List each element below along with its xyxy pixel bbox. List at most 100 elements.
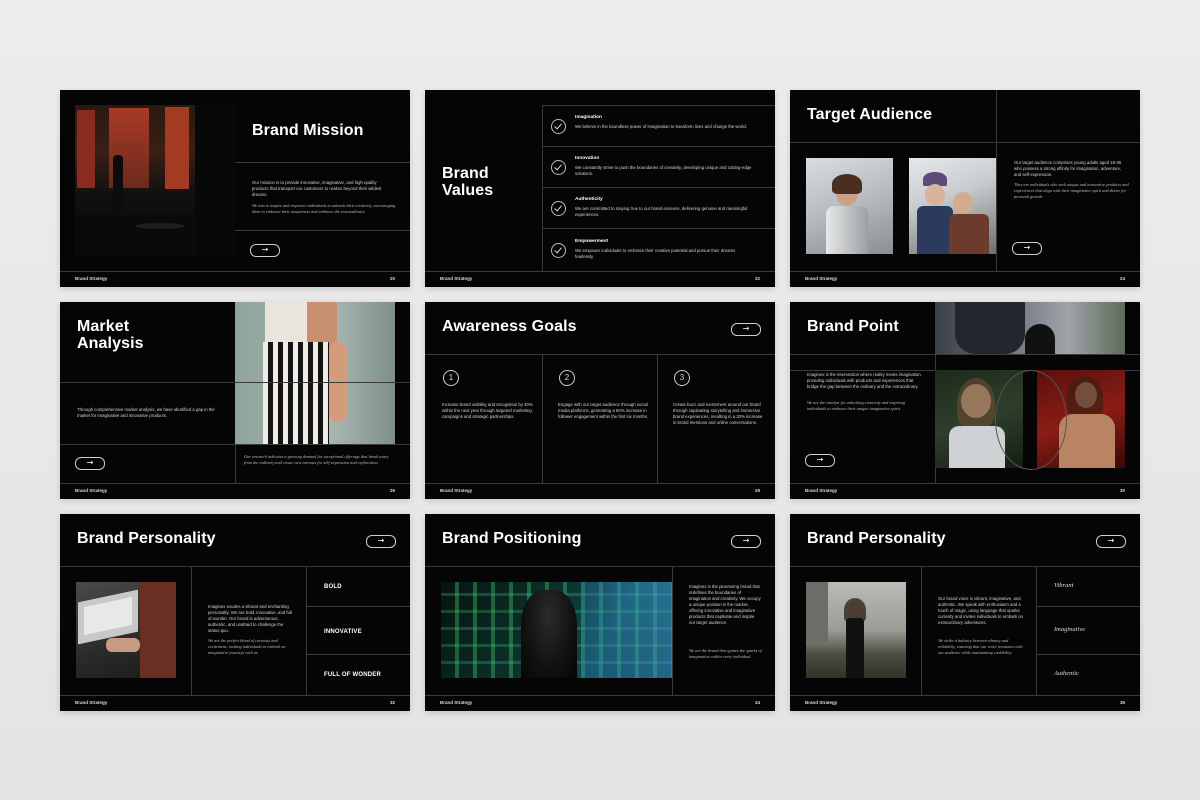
page-number: 34	[754, 700, 760, 705]
slide-title: Brand Personality	[77, 530, 216, 547]
value-text: We empower individuals to embrace their …	[575, 248, 736, 259]
green-neon-characters-photo	[441, 582, 672, 678]
divider	[235, 162, 410, 163]
two-women-photo	[909, 158, 996, 254]
divider	[790, 483, 1140, 484]
page-number: 28	[754, 488, 760, 493]
slide-title-line-2: Values	[442, 182, 494, 199]
slide-brand-personality-2[interactable]: Brand Personality Our brand voice is vib…	[790, 514, 1140, 711]
divider	[672, 566, 673, 695]
woman-sunglasses-photo	[806, 158, 893, 254]
next-arrow-button[interactable]	[731, 323, 761, 336]
body-text: Our brand voice is vibrant, imaginative,…	[938, 596, 1024, 625]
next-arrow-button[interactable]	[75, 457, 105, 470]
divider	[657, 354, 658, 483]
slide-title: Brand Point	[807, 318, 899, 335]
divider	[235, 444, 236, 483]
divider	[60, 483, 410, 484]
slide-target-audience[interactable]: Target Audience Our target audience comp…	[790, 90, 1140, 287]
body-text: Imaginex is the intersection where reali…	[807, 372, 922, 389]
slide-brand-personality-1[interactable]: Brand Personality Imaginex exudes a vibr…	[60, 514, 410, 711]
footer-label: Brand Strategy	[75, 276, 108, 281]
next-arrow-button[interactable]	[1096, 535, 1126, 548]
next-arrow-button[interactable]	[1012, 242, 1042, 255]
value-heading: Innovation	[575, 156, 600, 161]
next-arrow-button[interactable]	[805, 454, 835, 467]
goal-number-badge: 2	[559, 370, 575, 386]
value-text: We constantly strive to push the boundar…	[575, 165, 752, 176]
next-arrow-button[interactable]	[731, 535, 761, 548]
page-number: 22	[754, 276, 760, 281]
page-number: 32	[389, 700, 395, 705]
divider	[425, 566, 775, 567]
divider	[790, 354, 1140, 355]
divider	[790, 271, 1140, 272]
page-number: 26	[389, 488, 395, 493]
quote-text: We are the brand that ignites the sparks…	[689, 648, 762, 659]
divider	[60, 566, 410, 567]
body-text: Imaginex is the pioneering brand that re…	[689, 584, 761, 625]
divider	[306, 654, 410, 655]
page-number: 30	[1119, 488, 1125, 493]
divider	[60, 695, 410, 696]
trait-label: BOLD	[324, 584, 342, 590]
quote-text: We are the perfect blend of curiosity an…	[208, 638, 286, 655]
check-circle-icon	[551, 160, 566, 175]
slide-brand-positioning[interactable]: Brand Positioning Imaginex is the pionee…	[425, 514, 775, 711]
woman-standing-photo	[806, 582, 906, 678]
goal-number-badge: 1	[443, 370, 459, 386]
page-number: 24	[1119, 276, 1125, 281]
slide-title: Brand Personality	[807, 530, 946, 547]
trait-label: FULL OF WONDER	[324, 672, 382, 678]
goal-text: Engage with our target audience through …	[558, 402, 649, 419]
quote-text: They are individuals who seek unique and…	[1014, 182, 1129, 199]
slide-market-analysis[interactable]: Market Analysis Through comprehensive ma…	[60, 302, 410, 499]
divider	[306, 566, 307, 695]
value-heading: Imagination	[575, 115, 602, 120]
slide-title-line-2: Analysis	[77, 335, 144, 352]
divider	[425, 483, 775, 484]
divider	[60, 271, 410, 272]
divider	[1036, 566, 1037, 695]
footer-label: Brand Strategy	[440, 700, 473, 705]
footer-label: Brand Strategy	[440, 488, 473, 493]
striped-skirt-photo	[235, 302, 395, 444]
divider	[1036, 606, 1140, 607]
quote-text: Our research indicates a growing demand …	[244, 454, 389, 465]
goal-number-badge: 3	[674, 370, 690, 386]
check-circle-icon	[551, 243, 566, 258]
value-text: We are committed to staying true to our …	[575, 206, 748, 217]
quote-text: We strike a balance between whimsy and r…	[938, 638, 1023, 655]
quote-text: We aim to inspire and empower individual…	[252, 203, 396, 214]
trait-label: Authentic	[1054, 670, 1079, 677]
footer-label: Brand Strategy	[75, 488, 108, 493]
next-arrow-button[interactable]	[250, 244, 280, 257]
page-number: 36	[1119, 700, 1125, 705]
goal-text: Create buzz and excitement around our br…	[673, 402, 763, 425]
divider	[425, 695, 775, 696]
slide-brand-values[interactable]: Brand Values Imagination We believe in t…	[425, 90, 775, 287]
value-text: We believe in the boundless power of ima…	[575, 124, 747, 129]
divider	[542, 187, 775, 188]
trait-label: INNOVATIVE	[324, 629, 362, 635]
laptop-typing-photo	[76, 582, 176, 678]
body-text: Through comprehensive market analysis, w…	[77, 407, 215, 418]
value-heading: Authenticity	[575, 197, 603, 202]
body-text: Imaginex exudes a vibrant and enchanting…	[208, 604, 292, 633]
hug-dog-photo	[935, 302, 1125, 354]
next-arrow-button[interactable]	[366, 535, 396, 548]
divider	[542, 146, 775, 147]
divider	[542, 354, 543, 483]
divider	[542, 105, 775, 106]
divider	[542, 105, 543, 271]
divider	[542, 228, 775, 229]
divider	[60, 382, 410, 383]
slide-brand-point[interactable]: Brand Point Imaginex is the intersection…	[790, 302, 1140, 499]
body-text: Our target audience comprises young adul…	[1014, 160, 1122, 177]
slide-title-line-1: Market	[77, 318, 130, 335]
footer-label: Brand Strategy	[805, 488, 838, 493]
cafe-photo	[75, 105, 235, 257]
divider	[191, 566, 192, 695]
slide-awareness-goals[interactable]: Awareness Goals 1 Increase brand visibil…	[425, 302, 775, 499]
slide-brand-mission[interactable]: Brand Mission Our mission is to provide …	[60, 90, 410, 287]
